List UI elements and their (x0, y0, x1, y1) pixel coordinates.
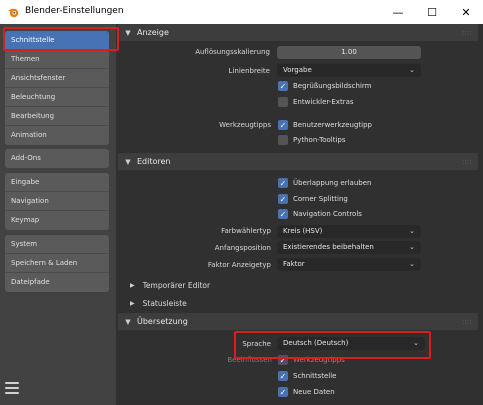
sidebar-item-addons[interactable]: Add-Ons (5, 149, 109, 168)
statusbar-label: Statusleiste (142, 298, 187, 308)
color-picker-dropdown[interactable]: Kreis (HSV) ⌄ (277, 225, 421, 238)
drag-grip-icon[interactable]: ∷∷ (462, 159, 472, 166)
maximize-button[interactable]: ☐ (415, 0, 449, 24)
overlap-label: Überlappung erlauben (293, 179, 372, 187)
user-tooltips-checkbox[interactable]: ✓ Benutzerwerkzeugtipp (278, 119, 372, 131)
drag-grip-icon[interactable]: ∷∷ (462, 30, 472, 37)
chevron-right-icon: ▶ (130, 281, 135, 289)
line-width-label: Linienbreite (228, 67, 270, 75)
user-tooltips-label: Benutzerwerkzeugtipp (293, 121, 372, 129)
sidebar-item-eingabe[interactable]: Eingabe (5, 173, 109, 192)
temp-editor-label: Temporärer Editor (142, 280, 211, 290)
checkmark-icon: ✓ (278, 387, 288, 397)
chevron-down-icon: ⌄ (409, 260, 415, 268)
close-button[interactable]: ✕ (449, 0, 483, 24)
sidebar-item-system[interactable]: System (5, 235, 109, 254)
blender-logo-icon (7, 8, 19, 18)
checkmark-icon: ✓ (278, 194, 288, 204)
chevron-down-icon: ⌄ (409, 243, 415, 251)
translate-interface-checkbox[interactable]: ✓ Schnittstelle (278, 370, 337, 382)
splash-label: Begrüßungsbildschirm (293, 82, 372, 90)
section-editoren-title: Editoren (137, 157, 171, 166)
scale-label: Auflösungsskalierung (195, 48, 270, 56)
scrollbar[interactable] (475, 24, 483, 405)
checkmark-icon: ✓ (278, 178, 288, 188)
tooltips-label: Werkzeugtipps (219, 121, 271, 129)
sidebar-item-keymap[interactable]: Keymap (5, 211, 109, 230)
section-anzeige-title: Anzeige (137, 28, 169, 37)
drag-grip-icon[interactable]: ∷∷ (462, 319, 472, 326)
section-anzeige-header[interactable]: ▼ Anzeige ∷∷ (118, 24, 478, 41)
dev-extras-label: Entwickler-Extras (293, 98, 354, 106)
translate-newdata-label: Neue Daten (293, 388, 335, 396)
temp-editor-subpanel[interactable]: ▶ Temporärer Editor (130, 278, 210, 292)
start-position-label: Anfangsposition (214, 244, 271, 252)
nav-controls-label: Navigation Controls (293, 210, 362, 218)
overlap-checkbox[interactable]: ✓ Überlappung erlauben (278, 177, 371, 189)
sidebar-item-ansichtsfenster[interactable]: Ansichtsfenster (5, 69, 109, 88)
chevron-down-icon: ⌄ (409, 66, 415, 74)
start-position-dropdown[interactable]: Existierendes beibehalten ⌄ (277, 241, 421, 254)
line-width-dropdown[interactable]: Vorgabe ⌄ (277, 64, 421, 77)
sidebar-item-animation[interactable]: Animation (5, 126, 109, 145)
chevron-down-icon: ▼ (125, 28, 131, 37)
color-picker-value: Kreis (HSV) (283, 227, 323, 235)
nav-controls-checkbox[interactable]: ✓ Navigation Controls (278, 208, 362, 220)
factor-value: Faktor (283, 260, 305, 268)
checkmark-icon: ✓ (278, 81, 288, 91)
factor-label: Faktor Anzeigetyp (207, 261, 271, 269)
nav-group-system: System Speichern & Laden Dateipfade (5, 235, 109, 292)
chevron-right-icon: ▶ (130, 299, 135, 307)
sidebar: Schnittstelle Themen Ansichtsfenster Bel… (0, 24, 116, 405)
color-picker-label: Farbwählertyp (221, 227, 271, 235)
menu-icon[interactable] (5, 382, 19, 396)
sidebar-item-speichern-laden[interactable]: Speichern & Laden (5, 254, 109, 273)
sidebar-item-navigation[interactable]: Navigation (5, 192, 109, 211)
section-uebersetzung-title: Übersetzung (137, 317, 188, 326)
section-editoren-header[interactable]: ▼ Editoren ∷∷ (118, 153, 478, 170)
chevron-down-icon: ⌄ (409, 227, 415, 235)
sidebar-item-beleuchtung[interactable]: Beleuchtung (5, 88, 109, 107)
chevron-down-icon: ▼ (125, 317, 131, 326)
nav-group-addons: Add-Ons (5, 149, 109, 168)
sidebar-item-dateipfade[interactable]: Dateipfade (5, 273, 109, 292)
scale-field[interactable]: 1.00 (277, 46, 421, 59)
checkmark-icon: ✓ (278, 371, 288, 381)
sidebar-item-bearbeitung[interactable]: Bearbeitung (5, 107, 109, 126)
highlight-schnittstelle (3, 27, 119, 51)
chevron-down-icon: ▼ (125, 157, 131, 166)
checkmark-icon: ✓ (278, 209, 288, 219)
section-uebersetzung-header[interactable]: ▼ Übersetzung ∷∷ (118, 313, 478, 330)
translate-interface-label: Schnittstelle (293, 372, 337, 380)
corner-splitting-checkbox[interactable]: ✓ Corner Splitting (278, 193, 348, 205)
start-position-value: Existierendes beibehalten (283, 243, 374, 251)
factor-dropdown[interactable]: Faktor ⌄ (277, 258, 421, 271)
python-tooltips-label: Python-Tooltips (293, 136, 346, 144)
highlight-language (234, 331, 431, 359)
minimize-button[interactable]: — (381, 0, 415, 24)
checkbox-empty-icon (278, 135, 288, 145)
statusbar-subpanel[interactable]: ▶ Statusleiste (130, 296, 187, 310)
window-title: Blender-Einstellungen (25, 6, 124, 16)
corner-splitting-label: Corner Splitting (293, 195, 348, 203)
checkbox-empty-icon (278, 97, 288, 107)
splash-checkbox[interactable]: ✓ Begrüßungsbildschirm (278, 80, 371, 92)
checkmark-icon: ✓ (278, 120, 288, 130)
sidebar-item-themen[interactable]: Themen (5, 50, 109, 69)
dev-extras-checkbox[interactable]: Entwickler-Extras (278, 96, 354, 108)
python-tooltips-checkbox[interactable]: Python-Tooltips (278, 134, 346, 146)
nav-group-input: Eingabe Navigation Keymap (5, 173, 109, 230)
translate-newdata-checkbox[interactable]: ✓ Neue Daten (278, 386, 335, 398)
title-bar: Blender-Einstellungen — ☐ ✕ (0, 0, 483, 24)
line-width-value: Vorgabe (283, 66, 312, 74)
